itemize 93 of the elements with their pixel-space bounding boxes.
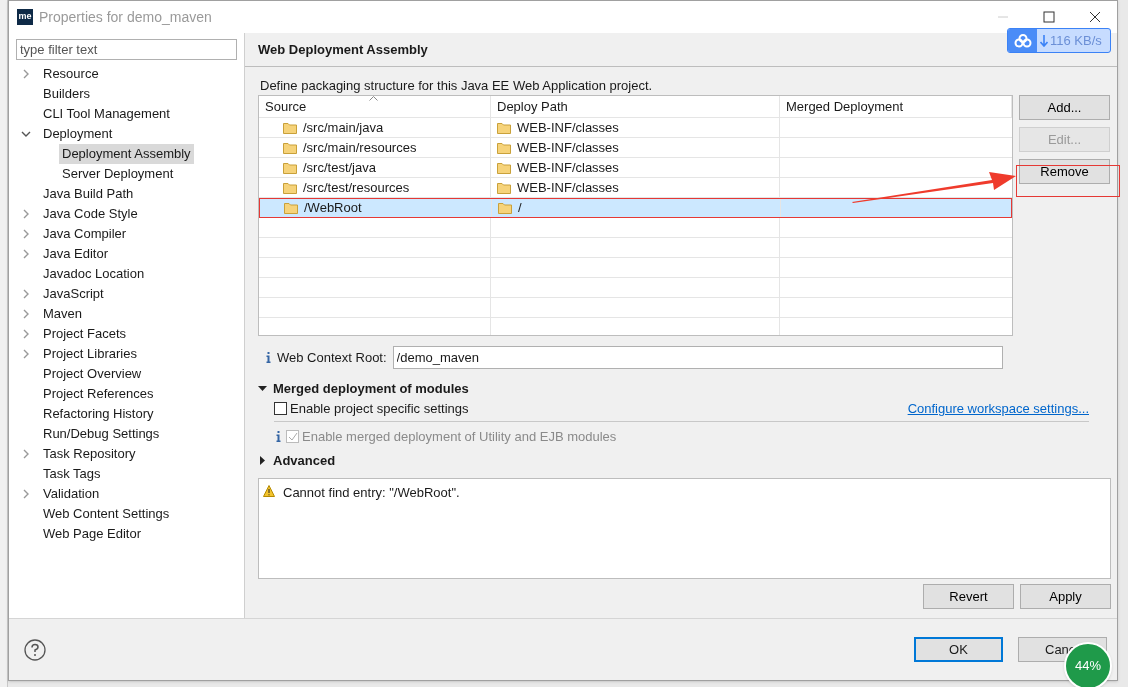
expand-chevron-icon[interactable] [21,489,31,499]
configure-link[interactable]: Configure workspace settings... [907,398,1089,419]
tree-item[interactable]: Server Deployment [59,164,177,184]
folder-icon [497,121,511,134]
maximize-icon[interactable] [1043,11,1055,23]
table-row[interactable]: /WebRoot / [259,198,1012,218]
info-icon [266,352,271,363]
folder-icon [497,141,511,154]
download-arrow-icon [1040,34,1048,47]
tree-item[interactable]: Builders [40,84,93,104]
expand-chevron-icon[interactable] [21,349,31,359]
page-button[interactable]: Apply [1020,584,1111,609]
folder-icon [284,202,298,214]
table-cell-text: /WebRoot [304,199,362,218]
context-root-field[interactable]: /demo_maven [392,346,1003,369]
field-label: Web Context Root: [277,348,387,367]
table-row[interactable]: /src/main/resources WEB-INF/classes [259,138,1012,158]
help-icon[interactable] [24,638,46,661]
section-title[interactable]: Advanced [273,450,336,470]
message-text: Cannot find entry: "/WebRoot". [283,485,460,501]
filter-field[interactable]: type filter text [16,39,237,60]
tree-item[interactable]: Refactoring History [40,404,157,424]
close-icon[interactable] [1089,11,1101,23]
tree-item[interactable]: Maven [40,304,86,324]
expand-chevron-icon[interactable] [21,229,31,239]
page-description: Define packaging structure for this Java EE Web Application project. [260,78,654,94]
side-button[interactable]: Add... [1019,95,1110,120]
table-cell-text: WEB-INF/classes [517,178,619,197]
side-button[interactable]: Remove [1019,159,1110,184]
tree-item[interactable]: Task Repository [40,444,139,464]
expanded-triangle-icon[interactable] [258,384,267,394]
folder-icon [498,202,512,214]
table-cell-text: /src/test/java [303,158,376,177]
expand-chevron-icon[interactable] [21,329,31,339]
folder-icon [497,181,511,194]
tree-item[interactable]: Web Content Settings [40,504,173,524]
column-header[interactable]: Source [265,96,307,117]
table-row[interactable]: /src/main/java WEB-INF/classes [259,118,1012,138]
checkbox[interactable] [286,430,299,443]
tree-item[interactable]: Project Overview [40,364,145,384]
tree-item[interactable]: Validation [40,484,103,504]
tree-item[interactable]: Java Code Style [40,204,141,224]
table-cell-text: WEB-INF/classes [517,158,619,177]
info-icon [276,431,281,442]
expand-chevron-icon[interactable] [21,289,31,299]
tree-item[interactable]: Java Editor [40,244,112,264]
tree-item[interactable]: Javadoc Location [40,264,148,284]
table-cell-text: / [518,199,522,218]
expand-chevron-icon[interactable] [21,449,31,459]
speed-text: 116 KB/s [1050,31,1102,50]
tree-item[interactable]: Project Libraries [40,344,140,364]
tree-item[interactable]: Project Facets [40,324,130,344]
section-title[interactable]: Merged deployment of modules [273,379,469,399]
collapsed-triangle-icon[interactable] [258,455,267,465]
tree-item[interactable]: Resource [40,64,102,84]
table-cell-text: /src/test/resources [303,178,410,197]
checkbox[interactable] [274,402,287,415]
folder-icon [497,161,511,174]
tree-item[interactable]: Deployment [40,124,116,144]
tree-item[interactable]: Run/Debug Settings [40,424,163,444]
tree-item[interactable]: Web Page Editor [40,524,145,544]
tree-item[interactable]: Java Build Path [40,184,137,204]
column-header[interactable]: Deploy Path [497,96,568,117]
tree-item[interactable]: Task Tags [40,464,104,484]
table-cell-text: WEB-INF/classes [517,138,619,157]
table-cell-text: WEB-INF/classes [517,118,619,137]
table-cell-text: /src/main/resources [303,138,417,157]
tree-item[interactable]: Project References [40,384,157,404]
warning-icon [263,485,275,497]
page-button[interactable]: Revert [923,584,1014,609]
folder-icon [283,161,297,174]
collapse-chevron-icon[interactable] [21,129,31,139]
tree-item[interactable]: Deployment Assembly [59,144,194,164]
cloud-icon [1013,33,1032,48]
folder-icon [283,141,297,154]
folder-icon [283,181,297,194]
column-header[interactable]: Merged Deployment [786,96,904,117]
window-title: Properties for demo_maven [39,7,212,27]
tree-item[interactable]: Java Compiler [40,224,130,244]
checkbox-label: Enable project specific settings [290,399,469,418]
expand-chevron-icon[interactable] [21,249,31,259]
app-logo: me [17,9,33,25]
table-cell-text: /src/main/java [303,118,384,137]
table-row[interactable]: /src/test/java WEB-INF/classes [259,158,1012,178]
dialog-button[interactable]: OK [914,637,1003,662]
page-title: Web Deployment Assembly [258,40,428,59]
expand-chevron-icon[interactable] [21,69,31,79]
tree-item[interactable]: JavaScript [40,284,107,304]
folder-icon [283,121,297,134]
tree-item[interactable]: CLI Tool Management [40,104,173,124]
expand-chevron-icon[interactable] [21,209,31,219]
checkbox-label: Enable merged deployment of Utility and EJB modules [302,427,617,446]
expand-chevron-icon[interactable] [21,309,31,319]
